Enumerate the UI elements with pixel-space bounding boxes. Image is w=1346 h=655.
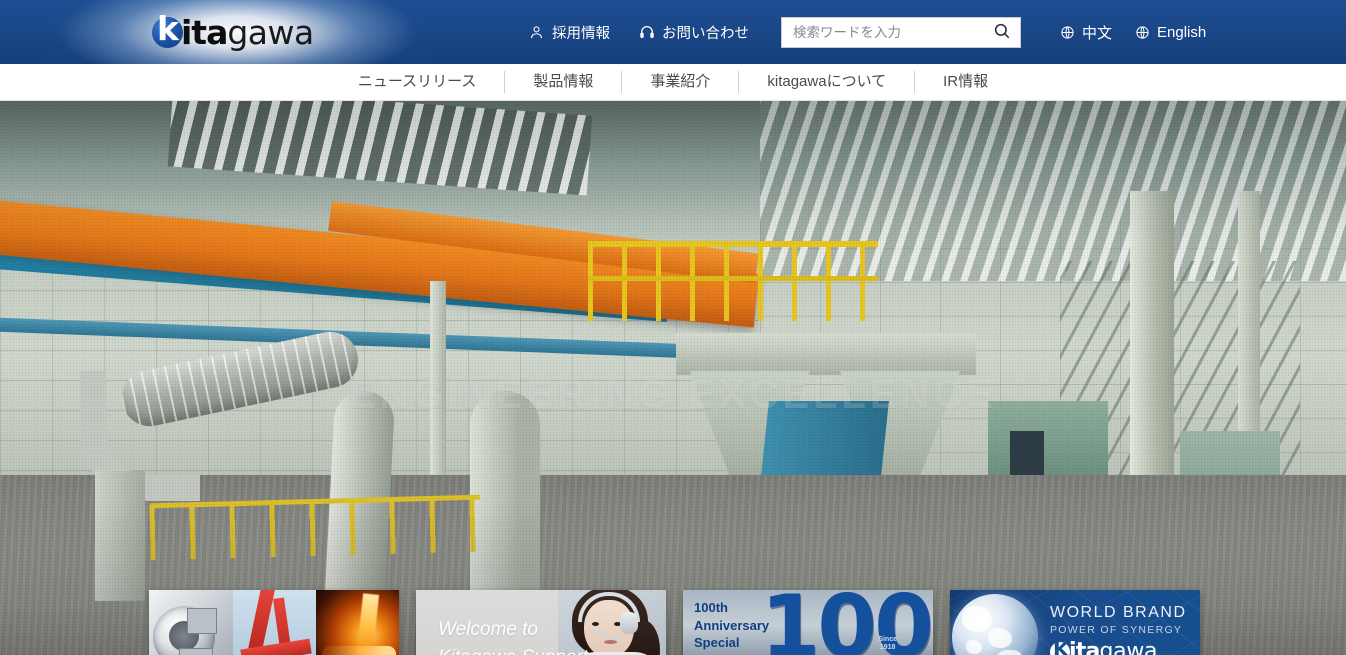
anniversary-line4: Contents [694,652,769,655]
logo-gawa-text: gawa [1099,639,1158,655]
globe-icon [1059,24,1076,41]
logo-kita-text: ita [1069,639,1100,655]
promo-card-support[interactable]: Welcome to Kitagawa Support お問い合わせサポート › [416,590,666,655]
logo-k-badge-icon [1050,638,1070,655]
anniversary-banner: 100 100th Anniversary Special Contents S… [683,590,933,655]
hero-banner: ENGINEERING EXCELLENCE Welcome to 100 10… [0,101,1346,655]
recruit-link[interactable]: 採用情報 [528,22,610,43]
search-box[interactable] [781,17,1021,48]
nav-item-products[interactable]: 製品情報 [505,64,621,100]
card-thumbnail: 100 100th Anniversary Special Contents S… [683,590,933,655]
card-thumbnail [149,590,399,655]
site-logo[interactable]: itagawa [152,12,314,52]
world-brand-line1: WORLD BRAND [1050,604,1187,621]
contact-link[interactable]: お問い合わせ [638,22,749,43]
recruit-link-label: 採用情報 [552,25,610,42]
promo-card-products[interactable]: 製品・サービス › [149,590,399,655]
person-icon [528,24,545,41]
search-button[interactable] [984,18,1020,47]
card-thumbnail: WORLD BRAND POWER OF SYNERGY itagawa [950,590,1200,655]
site-header: itagawa 採用情報 お問い合わせ [0,0,1346,64]
language-chinese-label: 中文 [1082,24,1113,42]
chuck-photo [149,590,233,655]
anniversary-line3: Special [694,635,740,651]
nav-item-ir[interactable]: IR情報 [915,64,1016,100]
nav-item-business[interactable]: 事業紹介 [622,64,738,100]
anniversary-line2: Anniversary [694,617,770,633]
contact-link-label: お問い合わせ [662,25,749,42]
language-switcher: 中文 English [1059,0,1206,64]
nav-item-about[interactable]: kitagawaについて [739,64,914,100]
molten-metal-photo [316,590,399,655]
main-navigation: ニュースリリース 製品情報 事業紹介 kitagawaについて IR情報 [0,64,1346,101]
logo-kita-text: ita [181,12,228,52]
globe-icon [1134,24,1151,41]
logo-gawa-text: gawa [227,12,314,52]
since-year: 1918 [879,644,896,652]
promo-card-anniversary[interactable]: 100 100th Anniversary Special Contents S… [683,590,933,655]
promo-card-world-brand[interactable]: WORLD BRAND POWER OF SYNERGY itagawa 世界で… [950,590,1200,655]
language-english[interactable]: English [1134,24,1206,41]
anniversary-big-number: 100 [760,590,933,655]
red-crane-photo [233,590,316,655]
card-thumbnail: Welcome to Kitagawa Support [416,590,666,655]
support-photo: Welcome to Kitagawa Support [416,590,666,655]
world-brand-banner: WORLD BRAND POWER OF SYNERGY itagawa [950,590,1200,655]
globe-graphic-icon [952,594,1038,655]
world-brand-line2: POWER OF SYNERGY [1050,624,1183,636]
search-input[interactable] [782,18,984,47]
since-label: Since [878,636,897,643]
since-stamp: Since 1918 [878,636,897,653]
support-overlay-line2: Kitagawa Support [438,644,588,655]
hero-caption-text: ENGINEERING EXCELLENCE [348,373,998,417]
anniversary-overlay-text: 100th Anniversary Special Contents [694,599,769,655]
header-utility-links: 採用情報 お問い合わせ [528,0,749,64]
support-overlay-line1: Welcome to [438,619,538,640]
search-icon [993,22,1011,43]
promo-card-list: 製品・サービス › [149,590,1200,655]
anniversary-line1: 100th [694,600,728,615]
language-chinese[interactable]: 中文 [1059,22,1112,43]
world-brand-text: WORLD BRAND POWER OF SYNERGY itagawa [1050,604,1187,655]
language-english-label: English [1157,23,1207,41]
nav-item-news[interactable]: ニュースリリース [330,64,505,100]
headset-icon [638,24,655,41]
world-brand-logo: itagawa [1050,638,1187,655]
support-overlay-text: Welcome to Kitagawa Support [438,616,588,655]
logo-k-badge-icon [152,12,183,48]
